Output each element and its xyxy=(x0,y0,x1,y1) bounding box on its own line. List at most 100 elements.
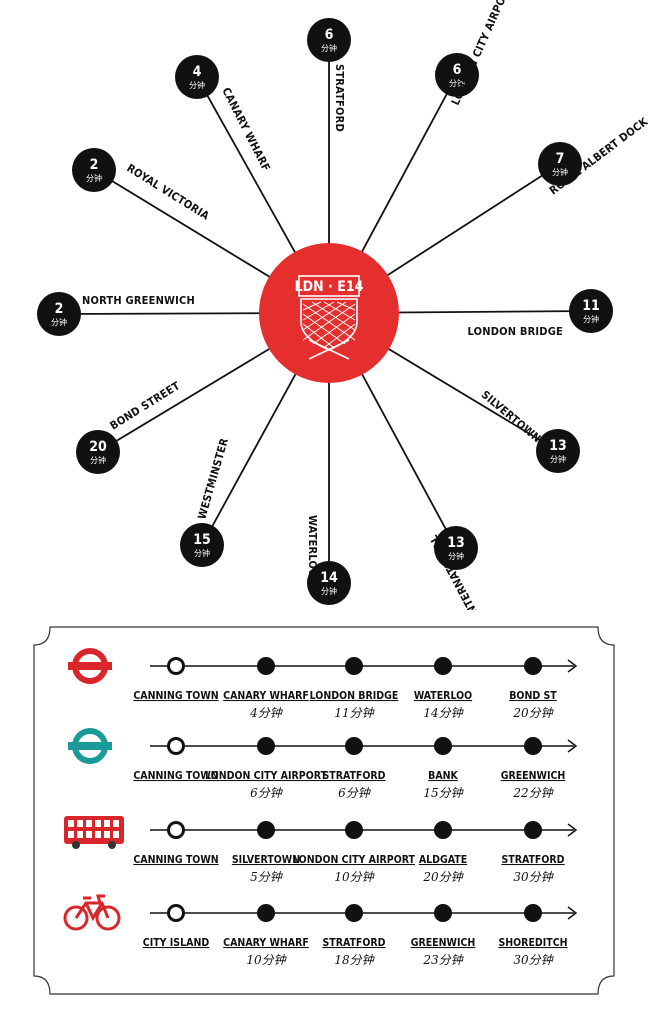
stop-marker xyxy=(434,904,452,922)
stop-name: CANARY WHARF xyxy=(223,690,309,702)
stop-time: 18分钟 xyxy=(334,953,375,967)
stop-time: 4分钟 xyxy=(249,706,284,720)
stop-name: CANARY WHARF xyxy=(223,937,309,949)
bubble-minutes: 2 xyxy=(90,157,99,173)
stop-name: LONDON CITY AIRPORT xyxy=(205,770,328,782)
origin-stop-inner xyxy=(170,907,182,919)
bubble-unit: 分钟 xyxy=(321,43,337,53)
stop-marker xyxy=(524,657,542,675)
spoke-bubble: 4分钟 xyxy=(175,55,219,99)
bubble-unit: 分钟 xyxy=(194,548,210,558)
bubble-minutes: 7 xyxy=(556,151,565,167)
bubble-unit: 分钟 xyxy=(550,454,566,464)
spoke-bubble: 11分钟 xyxy=(569,289,613,333)
stop-name: LONDON BRIDGE xyxy=(310,690,399,702)
stop-marker xyxy=(345,904,363,922)
route-row: CANNING TOWN SILVERTOWN 5分钟 LONDON CITY AIR… xyxy=(64,816,578,884)
stop-name: STRATFORD xyxy=(501,854,564,866)
spoke-label: LONDON BRIDGE xyxy=(467,325,563,338)
dlr-roundel-icon xyxy=(68,728,112,764)
stop-name: BANK xyxy=(428,770,458,782)
stop-marker xyxy=(524,821,542,839)
bubble-unit: 分钟 xyxy=(189,80,205,90)
origin-stop-inner xyxy=(170,660,182,672)
spoke-label: SILVERTOWN xyxy=(479,388,544,445)
bubble-minutes: 13 xyxy=(447,535,465,551)
stop-time: 10分钟 xyxy=(246,953,287,967)
bubble-minutes: 11 xyxy=(582,298,600,314)
stop-time: 30分钟 xyxy=(513,953,554,967)
stop-marker xyxy=(434,657,452,675)
spoke-label: NORTH GREENWICH xyxy=(82,294,195,307)
stop-name: CITY ISLAND xyxy=(143,937,210,949)
stop-time: 30分钟 xyxy=(513,870,554,884)
stop-time: 20分钟 xyxy=(422,870,464,884)
stop-name: WATERLOO xyxy=(414,690,472,702)
stop-name: SHOREDITCH xyxy=(498,937,567,949)
routes-layer: CANNING TOWN CANARY WHARF 4分钟 LONDON BRIDGE… xyxy=(63,648,578,967)
hub: LDN · E14 xyxy=(259,243,399,383)
stop-time: 6分钟 xyxy=(338,786,372,800)
stop-name: GREENWICH xyxy=(411,937,476,949)
route-row: CANNING TOWN CANARY WHARF 4分钟 LONDON BRIDGE… xyxy=(68,648,578,720)
stop-marker xyxy=(257,821,275,839)
stop-time: 23分钟 xyxy=(422,953,464,967)
stop-name: ALDGATE xyxy=(419,854,467,866)
stop-name: STRATFORD xyxy=(322,937,385,949)
routes-card: CANNING TOWN CANARY WHARF 4分钟 LONDON BRIDGE… xyxy=(33,626,615,995)
stop-time: 22分钟 xyxy=(512,786,554,800)
radial-travel-diagram: 6分钟STRATFORD 6分钟LONDON CITY AIRPORT7分钟ROY… xyxy=(37,0,648,610)
stop-time: 20分钟 xyxy=(512,706,554,720)
stop-name: GREENWICH xyxy=(501,770,566,782)
spoke-label: WESTMINSTER xyxy=(195,436,231,520)
spoke-bubble: 20分钟 xyxy=(76,430,120,474)
stop-marker xyxy=(524,737,542,755)
stop-marker xyxy=(257,904,275,922)
bicycle-icon xyxy=(63,894,121,931)
spoke-label: WATERLOO xyxy=(306,515,319,578)
stop-time: 5分钟 xyxy=(250,870,284,884)
bubble-minutes: 15 xyxy=(193,532,211,548)
spoke-bubble: 6分钟 xyxy=(307,18,351,62)
stop-name: CANNING TOWN xyxy=(133,854,218,866)
bubble-unit: 分钟 xyxy=(90,455,106,465)
underground-roundel-icon xyxy=(68,648,112,684)
spoke-bubble: 15分钟 xyxy=(180,523,224,567)
stop-time: 11分钟 xyxy=(334,706,375,720)
stop-marker xyxy=(345,821,363,839)
bubble-minutes: 14 xyxy=(320,570,338,586)
bubble-unit: 分钟 xyxy=(51,317,67,327)
spoke-bubble: 2分钟 xyxy=(37,292,81,336)
double-decker-bus-icon xyxy=(64,816,124,849)
stop-marker xyxy=(345,657,363,675)
origin-stop-inner xyxy=(170,824,182,836)
stop-name: SILVERTOWN xyxy=(232,854,300,866)
bubble-unit: 分钟 xyxy=(321,586,337,596)
stop-time: 15分钟 xyxy=(423,786,464,800)
stop-marker xyxy=(345,737,363,755)
stop-name: LONDON CITY AIRPORT xyxy=(293,854,416,866)
spoke-label: STRATFORD xyxy=(333,64,346,132)
bubble-unit: 分钟 xyxy=(583,314,599,324)
spoke-label: ROYAL VICTORIA xyxy=(124,162,211,223)
stop-time: 6分钟 xyxy=(250,786,284,800)
bubble-minutes: 4 xyxy=(193,64,202,80)
bubble-minutes: 20 xyxy=(89,439,107,455)
bubble-unit: 分钟 xyxy=(86,173,102,183)
origin-stop-inner xyxy=(170,740,182,752)
stop-name: CANNING TOWN xyxy=(133,690,218,702)
stop-marker xyxy=(257,657,275,675)
stop-time: 14分钟 xyxy=(423,706,464,720)
stop-time: 10分钟 xyxy=(334,870,375,884)
stop-marker xyxy=(524,904,542,922)
stop-name: STRATFORD xyxy=(322,770,385,782)
bubble-minutes: 2 xyxy=(55,301,64,317)
bubble-minutes: 13 xyxy=(549,438,567,454)
stop-marker xyxy=(434,821,452,839)
stop-name: BOND ST xyxy=(509,690,557,702)
route-row: CANNING TOWNLONDON CITY AIRPORT6分钟STRATF… xyxy=(68,728,578,800)
spoke-bubble: 2分钟 xyxy=(72,148,116,192)
stop-marker xyxy=(434,737,452,755)
route-row: CITY ISLAND CANARY WHARF 10分钟 STRATFORD 18分钟… xyxy=(63,894,578,967)
bubble-minutes: 6 xyxy=(325,27,334,43)
